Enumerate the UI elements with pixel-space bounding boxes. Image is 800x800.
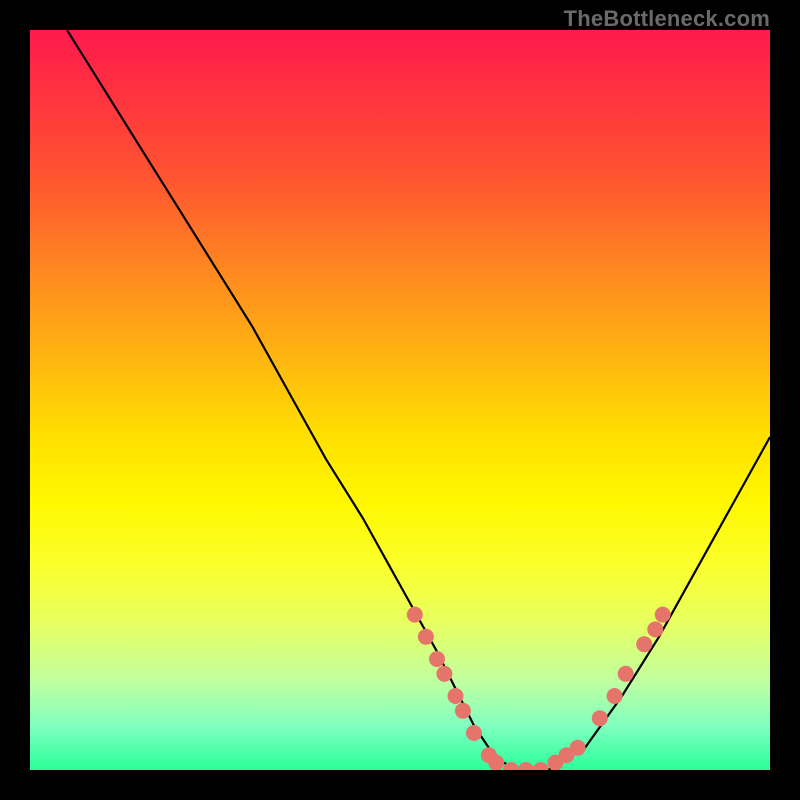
data-point [407,607,423,623]
data-point [518,762,534,770]
data-point [647,621,663,637]
data-point [488,755,504,770]
data-point [655,607,671,623]
data-point [418,629,434,645]
attribution-text: TheBottleneck.com [564,6,770,32]
data-point [533,762,549,770]
data-point [448,688,464,704]
plot-area [30,30,770,770]
data-point [466,725,482,741]
data-point [570,740,586,756]
data-point [455,703,471,719]
data-point [429,651,445,667]
bottleneck-curve [67,30,770,770]
data-points [407,607,671,770]
data-point [607,688,623,704]
data-point [592,710,608,726]
data-point [618,666,634,682]
data-point [636,636,652,652]
data-point [436,666,452,682]
chart-svg [30,30,770,770]
chart-frame: TheBottleneck.com [0,0,800,800]
